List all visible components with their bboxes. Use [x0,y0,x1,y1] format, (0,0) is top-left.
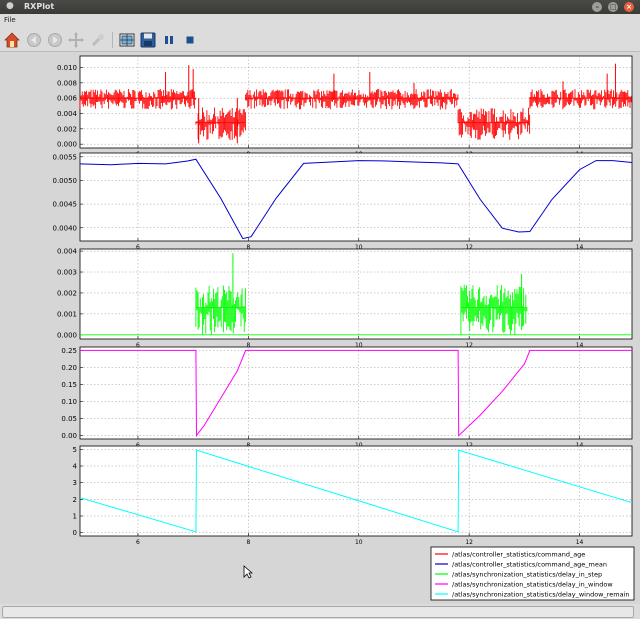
x-tick-label: 8 [246,539,250,546]
y-tick-label: 0.05 [61,415,77,423]
x-tick-label: 12 [465,539,473,546]
save-button[interactable] [139,31,157,49]
y-tick-label: 0.10 [61,398,77,406]
save-icon [140,32,156,48]
y-tick-label: 5 [73,446,77,454]
y-tick-label: 0.000 [57,331,77,339]
y-tick-label: 0.004 [57,110,78,118]
y-tick-label: 0 [73,529,77,537]
pan-button[interactable] [67,31,85,49]
legend-label: /atlas/synchronization_statistics/delay_… [452,571,602,579]
zoom-icon [91,34,104,47]
y-tick-label: 0.002 [57,289,77,297]
stop-button[interactable] [181,31,199,49]
axes-4[interactable] [79,346,633,440]
y-tick-label: 2 [73,496,77,504]
axes-3[interactable] [79,248,633,340]
menu-bar: File [0,14,640,27]
back-icon [27,33,41,47]
y-tick-label: 1 [73,513,77,521]
y-tick-label: 0.008 [57,79,77,87]
legend-label: /atlas/controller_statistics/command_age… [452,561,607,569]
y-tick-label: 0.0045 [53,201,78,209]
subplots-button[interactable] [118,31,136,49]
stop-icon [186,36,194,44]
legend-label: /atlas/synchronization_statistics/delay_… [452,591,630,599]
y-tick-label: 0.20 [61,364,77,372]
title-bar: ● RXPlot – □ × [0,0,640,14]
zoom-button[interactable] [89,31,107,49]
window-controls: – □ × [589,2,634,12]
y-tick-label: 0.004 [57,248,78,256]
window-menu-icon[interactable]: ● [6,1,14,11]
toolbar-separator [112,32,113,48]
forward-button[interactable] [46,31,64,49]
y-tick-label: 0.0040 [53,224,78,232]
y-tick-label: 0.15 [61,381,77,389]
maximize-icon[interactable]: □ [608,2,619,12]
home-button[interactable] [3,31,21,49]
legend-label: /atlas/controller_statistics/command_age [452,551,585,559]
x-tick-label: 10 [355,539,363,546]
y-tick-label: 0.0055 [53,153,78,161]
x-tick-label: 6 [136,539,140,546]
toolbar [0,27,640,52]
back-button[interactable] [25,31,43,49]
app-window: ● RXPlot – □ × File 0.000 0.002 0.004 0.… [0,0,640,619]
pause-button[interactable] [160,31,178,49]
minimize-icon[interactable]: – [592,2,603,12]
close-icon[interactable]: × [624,2,634,12]
x-tick-label: 14 [576,539,584,546]
y-tick-label: 0.00 [61,432,77,440]
y-tick-label: 0.0050 [53,177,78,185]
y-tick-label: 0.001 [57,310,77,318]
y-tick-label: 0.010 [57,64,77,72]
y-tick-label: 0.006 [57,95,78,103]
y-tick-label: 0.003 [57,269,77,277]
plot-figure[interactable]: 681012140.0000.0020.0040.0060.0080.01068… [0,52,640,604]
y-tick-label: 0.25 [61,347,77,355]
menu-file[interactable]: File [4,16,16,24]
status-message-field [2,606,634,618]
y-tick-label: 0.000 [57,141,77,149]
mouse-cursor-icon [243,564,254,583]
y-tick-label: 4 [73,463,78,471]
home-icon [4,32,20,48]
status-bar [0,604,640,619]
forward-icon [48,33,62,47]
legend-label: /atlas/synchronization_statistics/delay_… [452,581,613,589]
window-title: RXPlot [24,2,55,11]
pan-icon [68,32,84,48]
y-tick-label: 0.002 [57,125,77,133]
y-tick-label: 3 [73,479,77,487]
pause-icon [165,36,173,44]
subplots-icon [119,33,135,47]
